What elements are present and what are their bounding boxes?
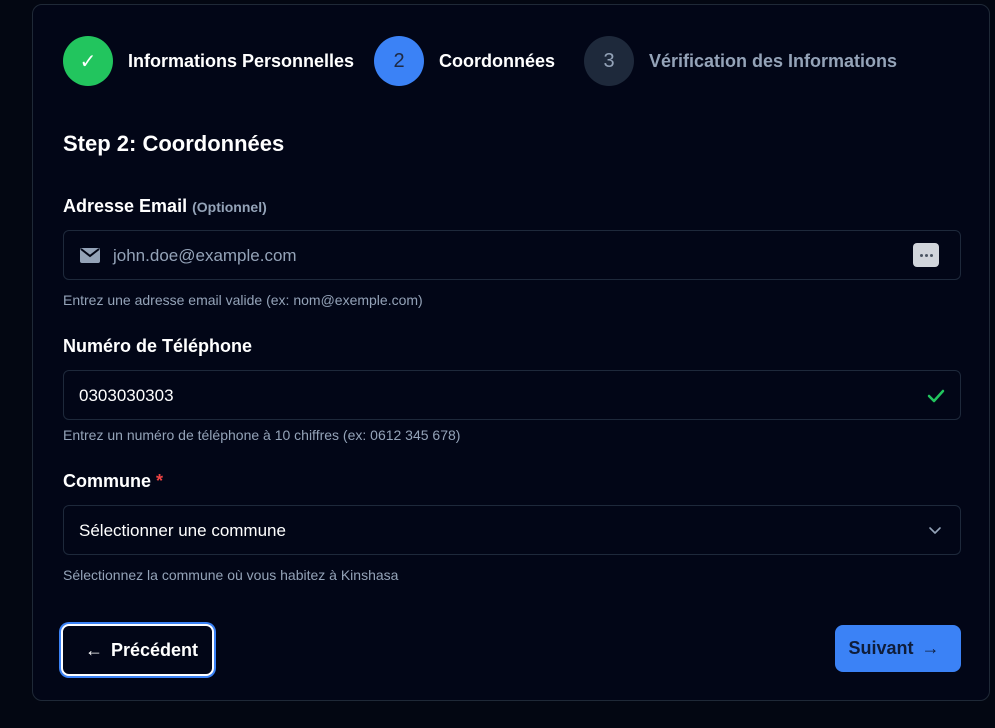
optional-tag: (Optionnel) — [192, 199, 267, 215]
required-asterisk: * — [156, 471, 164, 491]
chevron-down-icon — [929, 527, 941, 534]
page-title: Step 2: Coordonnées — [63, 131, 285, 156]
password-manager-icon[interactable] — [913, 243, 939, 267]
commune-label-text: Commune — [63, 471, 152, 491]
mail-icon — [80, 248, 100, 263]
email-label: Adresse Email (Optionnel) — [63, 196, 267, 217]
step-2: 2 Coordonnées — [374, 36, 555, 86]
step-1-check-icon: ✓ — [63, 36, 113, 86]
next-label: Suivant — [848, 638, 914, 658]
email-label-text: Adresse Email — [63, 196, 188, 216]
phone-hint: Entrez un numéro de téléphone à 10 chiff… — [63, 427, 461, 443]
form-card: ✓ Informations Personnelles 2 Coordonnée… — [32, 4, 990, 701]
commune-select[interactable]: Sélectionner une commune — [63, 505, 961, 555]
next-button[interactable]: Suivant → — [835, 625, 961, 672]
step-3: 3 Vérification des Informations — [584, 36, 897, 86]
step-1-label: Informations Personnelles — [128, 50, 355, 71]
step-2-label: Coordonnées — [439, 50, 556, 71]
previous-label: Précédent — [110, 639, 199, 660]
phone-value: 0303030303 — [79, 386, 174, 405]
step-2-number: 2 — [374, 36, 424, 86]
email-hint: Entrez une adresse email valide (ex: nom… — [63, 292, 423, 308]
commune-selected: Sélectionner une commune — [79, 521, 286, 540]
email-placeholder: john.doe@example.com — [113, 246, 297, 265]
step-1: ✓ Informations Personnelles — [63, 36, 354, 86]
commune-label: Commune * — [63, 471, 163, 492]
phone-label: Numéro de Téléphone — [63, 336, 253, 356]
valid-check-icon — [927, 389, 945, 403]
previous-button[interactable]: ← Précédent — [61, 624, 214, 676]
step-3-number: 3 — [584, 36, 634, 86]
commune-hint: Sélectionnez la commune où vous habitez … — [63, 567, 399, 583]
step-3-label: Vérification des Informations — [649, 50, 898, 71]
phone-field[interactable]: 0303030303 — [63, 370, 961, 420]
arrow-right-icon: → — [921, 638, 940, 658]
arrow-left-icon: ← — [84, 639, 103, 660]
email-field[interactable]: john.doe@example.com — [63, 230, 961, 280]
